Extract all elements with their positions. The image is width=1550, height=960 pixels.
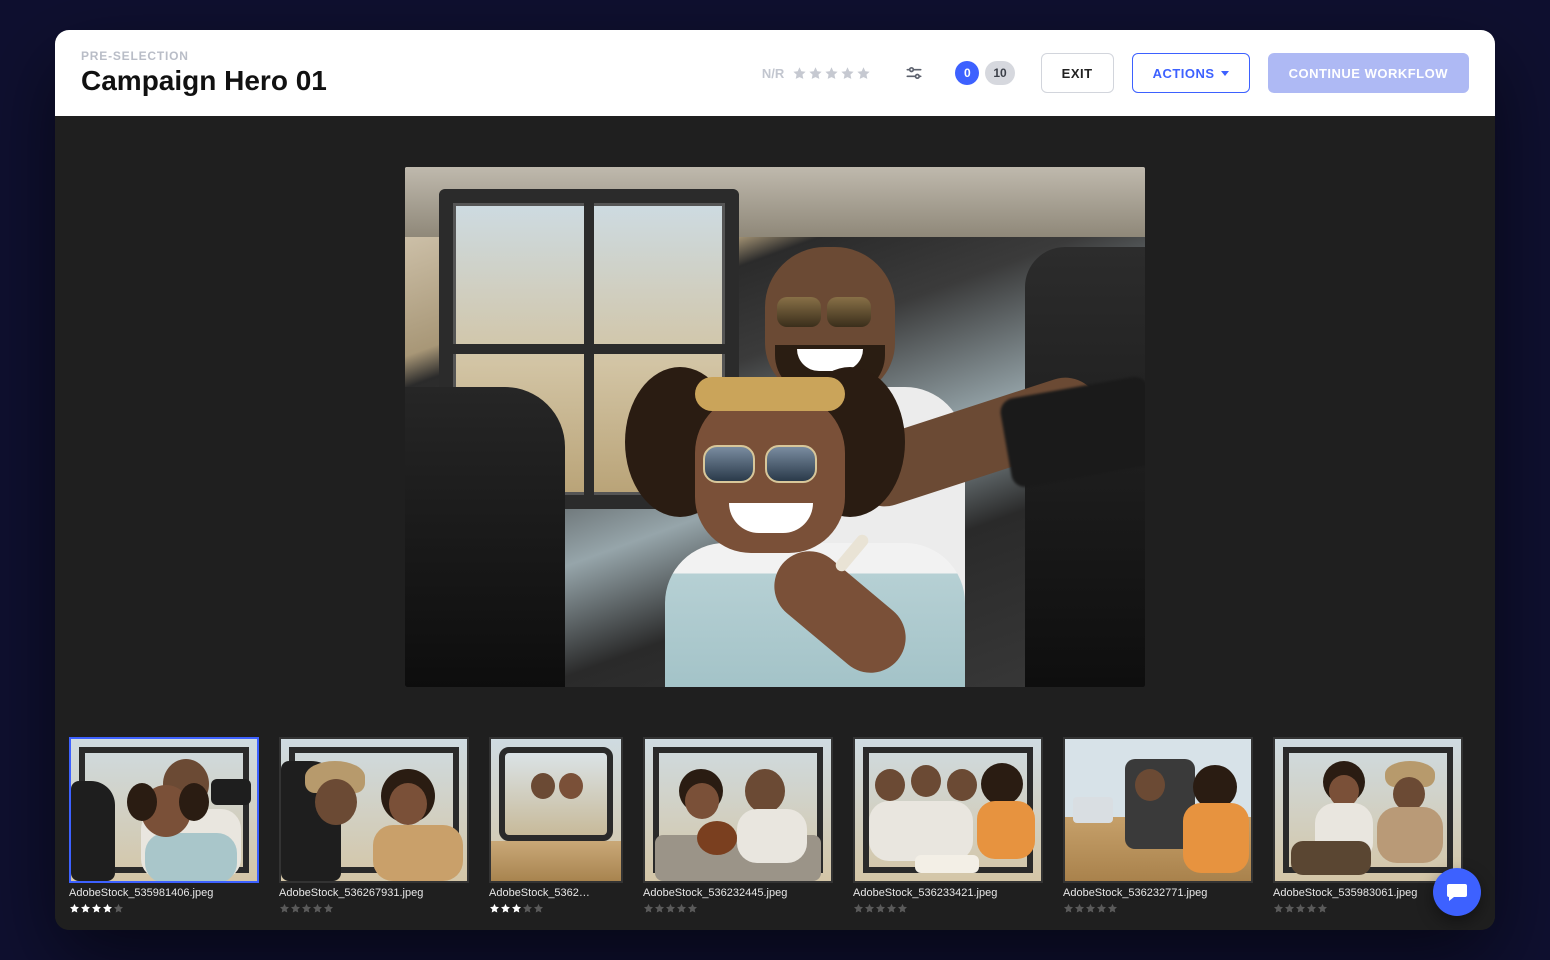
nr-label: N/R [762,66,784,81]
continue-workflow-button[interactable]: CONTINUE WORKFLOW [1268,53,1469,93]
thumbnail-filename: AdobeStock_536232771.jpeg [1063,887,1253,899]
star-icon [301,903,312,914]
count-badges: 0 10 [955,61,1014,85]
star-icon [864,903,875,914]
image-viewer [55,116,1495,729]
thumbnail-cell: AdobeStock_536233421.jpeg [853,737,1043,914]
chat-fab[interactable] [1433,868,1481,916]
star-icon [1317,903,1328,914]
thumbnail-strip[interactable]: AdobeStock_535981406.jpeg AdobeStock_5362… [55,729,1495,930]
star-icon [1085,903,1096,914]
thumbnail-filename: AdobeStock_536232445.jpeg [643,887,833,899]
star-icon [1284,903,1295,914]
star-icon [654,903,665,914]
star-icon [676,903,687,914]
star-icon [522,903,533,914]
star-icon [323,903,334,914]
thumbnail-filename: AdobeStock_5362… [489,887,623,899]
thumbnail-cell: AdobeStock_5362… [489,737,623,914]
thumbnail-rating[interactable] [69,903,259,914]
star-icon [853,903,864,914]
chat-icon [1445,880,1469,904]
star-icon [856,66,871,81]
star-icon [91,903,102,914]
star-icon [665,903,676,914]
thumbnail-rating[interactable] [1063,903,1253,914]
star-icon [312,903,323,914]
thumbnail-filename: AdobeStock_536233421.jpeg [853,887,1043,899]
chevron-down-icon [1221,71,1229,76]
star-icon [113,903,124,914]
star-icon [290,903,301,914]
star-icon [643,903,654,914]
star-icon [511,903,522,914]
header-bar: PRE-SELECTION Campaign Hero 01 N/R 0 10 … [55,30,1495,116]
star-icon [824,66,839,81]
star-icon [1306,903,1317,914]
star-icon [1295,903,1306,914]
star-icon [808,66,823,81]
star-icon [500,903,511,914]
thumbnail-cell: AdobeStock_536232771.jpeg [1063,737,1253,914]
thumbnail-filename: AdobeStock_535981406.jpeg [69,887,259,899]
star-icon [792,66,807,81]
star-icon [69,903,80,914]
thumbnail[interactable] [1063,737,1253,883]
rating-summary: N/R [762,66,871,81]
thumbnail[interactable] [853,737,1043,883]
star-icon [533,903,544,914]
thumbnail-rating[interactable] [643,903,833,914]
star-icon [1096,903,1107,914]
thumbnail-rating[interactable] [853,903,1043,914]
stage-eyebrow: PRE-SELECTION [81,49,327,63]
star-icon [489,903,500,914]
rating-stars[interactable] [792,66,871,81]
exit-button[interactable]: EXIT [1041,53,1114,93]
photo-decor [625,357,985,687]
adjustments-button[interactable] [899,58,929,88]
page-title: Campaign Hero 01 [81,65,327,97]
star-icon [897,903,908,914]
star-icon [1063,903,1074,914]
selected-count-badge[interactable]: 0 [955,61,979,85]
star-icon [1107,903,1118,914]
main-image[interactable] [405,167,1145,687]
thumbnail-cell: AdobeStock_535981406.jpeg [69,737,259,914]
star-icon [687,903,698,914]
thumbnail-cell: AdobeStock_536232445.jpeg [643,737,833,914]
thumbnail[interactable] [69,737,259,883]
sliders-icon [904,63,924,83]
star-icon [1074,903,1085,914]
thumbnail-rating[interactable] [279,903,469,914]
total-count-badge[interactable]: 10 [985,61,1014,85]
star-icon [279,903,290,914]
star-icon [875,903,886,914]
thumbnail[interactable] [489,737,623,883]
star-icon [1273,903,1284,914]
thumbnail-filename: AdobeStock_536267931.jpeg [279,887,469,899]
thumbnail[interactable] [1273,737,1463,883]
actions-button[interactable]: ACTIONS [1132,53,1250,93]
thumbnail-cell: AdobeStock_536267931.jpeg [279,737,469,914]
star-icon [80,903,91,914]
star-icon [886,903,897,914]
photo-decor [405,387,565,687]
actions-button-label: ACTIONS [1153,66,1215,81]
exit-button-label: EXIT [1062,66,1093,81]
continue-button-label: CONTINUE WORKFLOW [1289,66,1448,81]
thumbnail[interactable] [279,737,469,883]
thumbnail-rating[interactable] [1273,903,1463,914]
app-window: PRE-SELECTION Campaign Hero 01 N/R 0 10 … [55,30,1495,930]
thumbnail[interactable] [643,737,833,883]
star-icon [840,66,855,81]
star-icon [102,903,113,914]
thumbnail-rating[interactable] [489,903,623,914]
title-block: PRE-SELECTION Campaign Hero 01 [81,49,327,97]
